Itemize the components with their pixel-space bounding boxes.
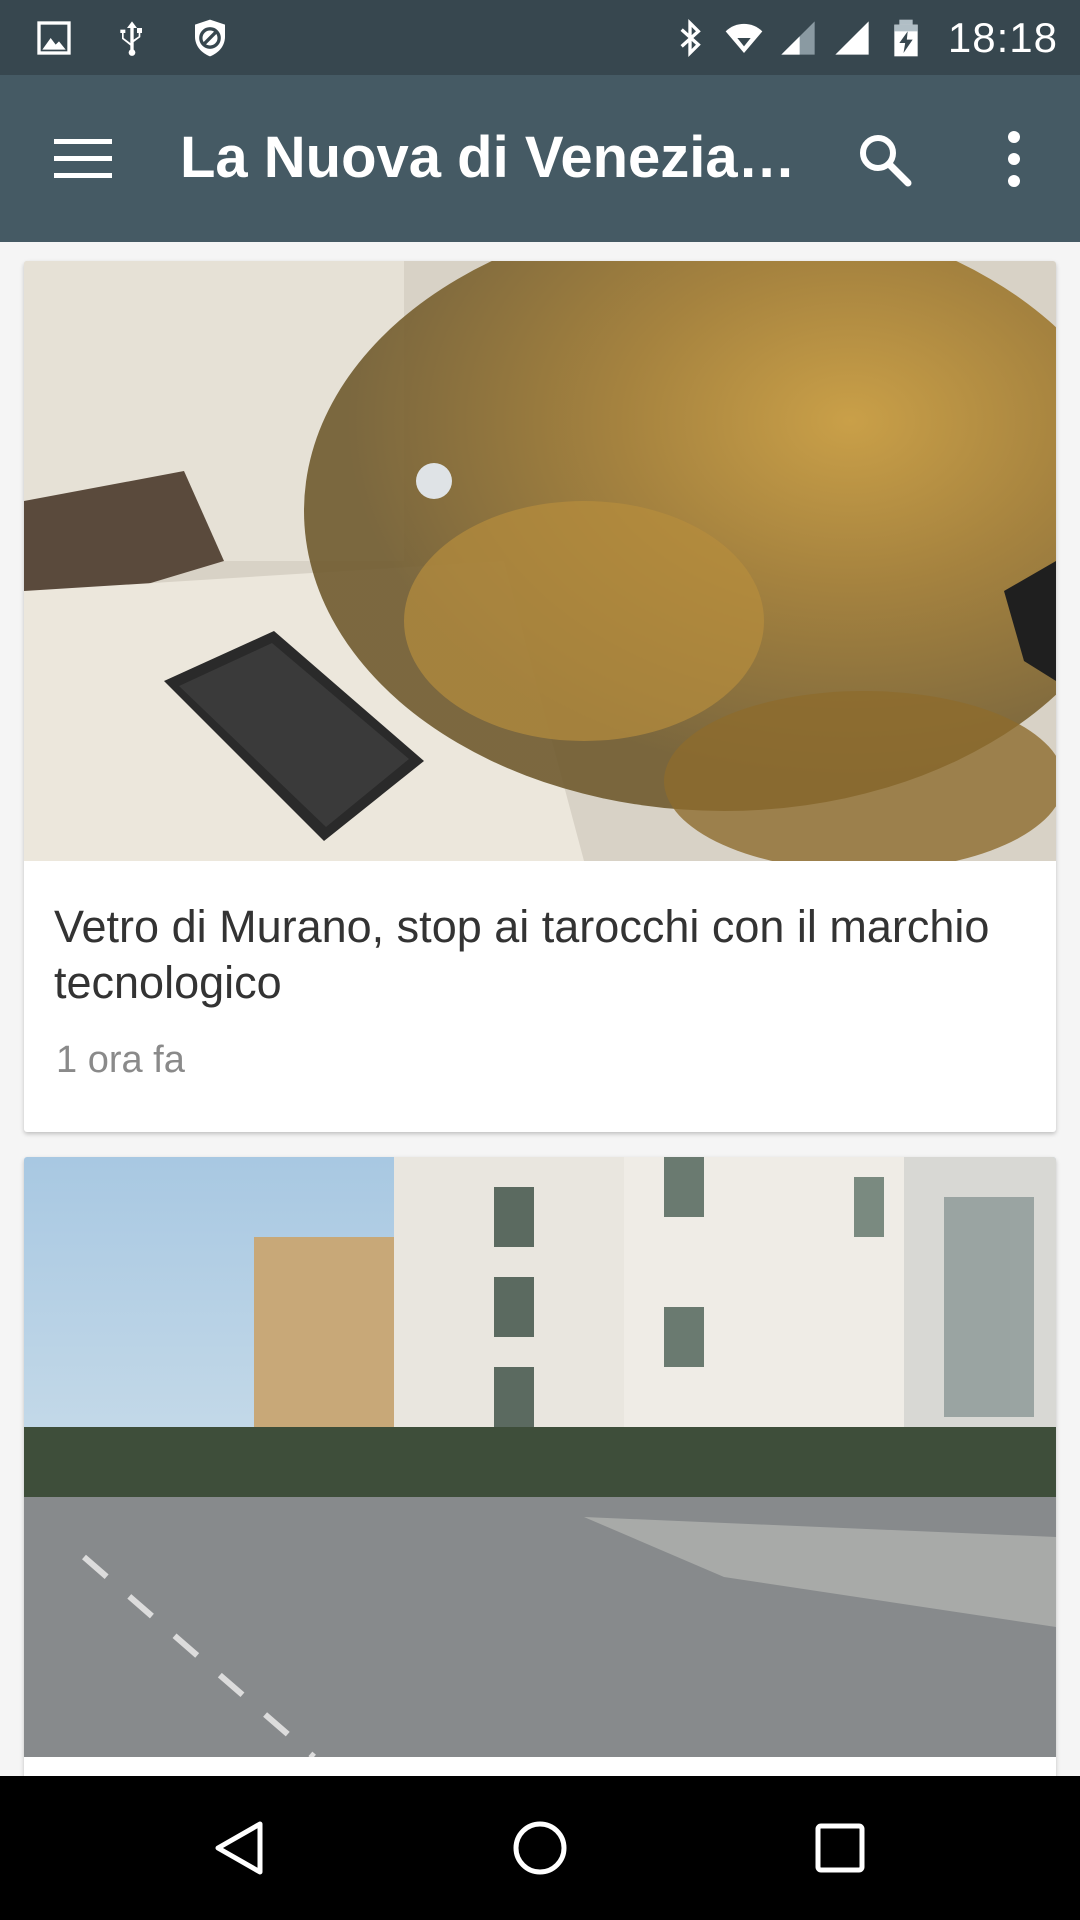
- status-left-icons: [34, 0, 230, 75]
- article-image: [24, 1157, 1056, 1757]
- article-body: Vetro di Murano, stop ai tarocchi con il…: [24, 861, 1056, 1082]
- hamburger-menu-icon: [54, 139, 112, 178]
- menu-button[interactable]: [40, 119, 128, 199]
- recents-icon: [815, 1823, 865, 1873]
- back-button[interactable]: [190, 1798, 290, 1898]
- bluetooth-icon: [680, 18, 701, 57]
- app-bar: La Nuova di Venezia (…: [0, 75, 1080, 242]
- article-time: 1 ora fa: [56, 1039, 185, 1081]
- home-icon: [513, 1821, 567, 1875]
- article-image: [24, 261, 1056, 861]
- more-vert-icon: [1008, 131, 1020, 187]
- news-feed[interactable]: Vetro di Murano, stop ai tarocchi con il…: [0, 242, 1080, 1776]
- app-title: La Nuova di Venezia (…: [180, 125, 810, 190]
- recents-button[interactable]: [790, 1798, 890, 1898]
- navigation-bar: [0, 1776, 1080, 1920]
- blocked-icon: [195, 19, 225, 56]
- status-bar: 18:18: [0, 0, 1080, 75]
- article-card[interactable]: [24, 1157, 1056, 1776]
- home-button[interactable]: [490, 1798, 590, 1898]
- image-icon: [37, 20, 71, 55]
- usb-icon: [120, 20, 142, 56]
- wifi-icon: [725, 23, 763, 53]
- search-button[interactable]: [840, 119, 928, 199]
- article-card[interactable]: Vetro di Murano, stop ai tarocchi con il…: [24, 261, 1056, 1132]
- status-time: 18:18: [947, 13, 1058, 61]
- back-icon: [215, 1821, 263, 1875]
- search-icon: [860, 135, 912, 187]
- signal-icon-1: [781, 20, 815, 55]
- signal-icon: [835, 20, 869, 55]
- battery-charging-icon: [894, 19, 918, 56]
- article-title[interactable]: Vetro di Murano, stop ai tarocchi con il…: [54, 899, 1026, 1011]
- status-right-icons: 18:18: [670, 0, 1058, 75]
- overflow-menu-button[interactable]: [970, 119, 1058, 199]
